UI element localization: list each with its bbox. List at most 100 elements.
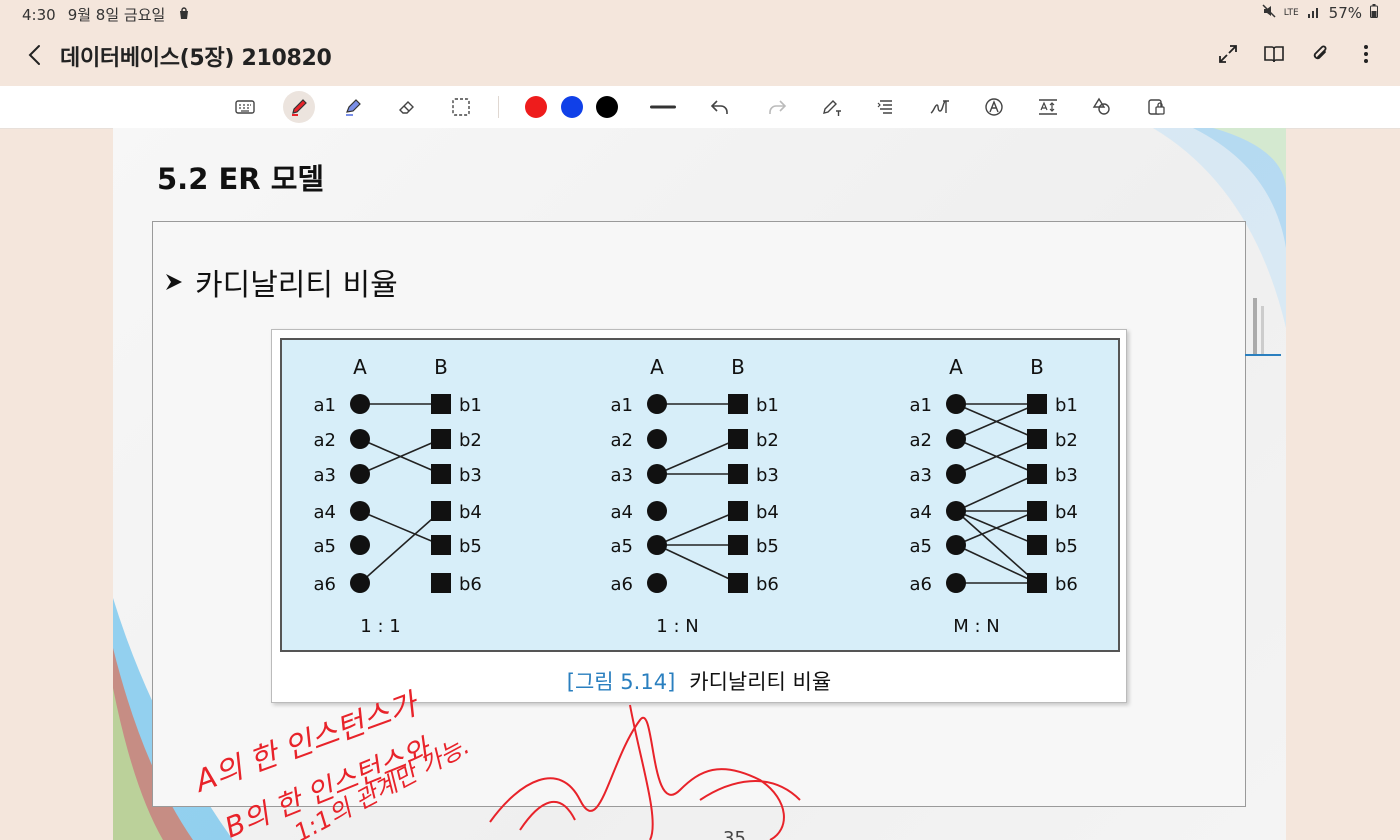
entity-a-node: [946, 429, 966, 449]
entity-b-label: b2: [459, 430, 482, 451]
entity-a-label: a6: [314, 574, 336, 595]
entity-a-label: a6: [611, 574, 633, 595]
black-dot: [596, 96, 618, 118]
arrow-bullet-icon: [166, 274, 182, 290]
entity-b-label: b3: [459, 465, 482, 486]
relationship-link: [359, 510, 442, 584]
entity-a-node: [350, 394, 370, 414]
entity-b-node: [1027, 501, 1047, 521]
redo-icon[interactable]: [761, 91, 793, 123]
entity-b-node: [431, 573, 451, 593]
entity-a-label: a5: [611, 536, 633, 557]
network-label: LTE: [1283, 8, 1299, 18]
entity-b-node: [1027, 573, 1047, 593]
entity-a-label: a3: [314, 465, 336, 486]
relationship-link: [359, 510, 442, 546]
battery-level: 57%: [1328, 4, 1362, 22]
pen-to-text-icon[interactable]: [816, 91, 848, 123]
entity-a-label: a3: [611, 465, 633, 486]
entity-b-label: b1: [1055, 395, 1078, 416]
stroke-width-icon[interactable]: [647, 91, 679, 123]
entity-a-node: [647, 464, 667, 484]
lasso-select-icon[interactable]: [445, 91, 477, 123]
entity-a-node: [647, 429, 667, 449]
entity-b-label: b6: [459, 574, 482, 595]
entity-a-label: a4: [314, 502, 336, 523]
entity-a-node: [946, 501, 966, 521]
document-title: 데이터베이스(5장) 210820: [60, 46, 332, 71]
cardinality-label: M : N: [953, 616, 1000, 637]
more-options-icon[interactable]: [1352, 40, 1380, 68]
shapes-icon[interactable]: [1086, 91, 1118, 123]
cardinality-label: 1 : 1: [360, 616, 400, 637]
entity-b-node: [728, 429, 748, 449]
color-black-swatch[interactable]: [591, 91, 623, 123]
entity-b-node: [431, 535, 451, 555]
entity-b-node: [728, 464, 748, 484]
back-button[interactable]: [20, 40, 48, 70]
lock-icon[interactable]: [1140, 91, 1172, 123]
relationship-link: [656, 544, 739, 584]
entity-b-node: [431, 464, 451, 484]
entity-b-label: b6: [1055, 574, 1078, 595]
set-label-b: B: [731, 355, 745, 379]
entity-a-node: [350, 429, 370, 449]
eraser-icon[interactable]: [391, 91, 423, 123]
figure-caption: [그림 5.14] 카디날리티 비율: [272, 666, 1126, 696]
entity-a-label: a2: [910, 430, 932, 451]
highlighter-icon[interactable]: [337, 91, 369, 123]
text-style-icon[interactable]: [978, 91, 1010, 123]
entity-b-node: [1027, 429, 1047, 449]
entity-a-node: [350, 535, 370, 555]
set-label-a: A: [949, 355, 963, 379]
entity-b-label: b1: [756, 395, 779, 416]
entity-a-label: a1: [611, 395, 633, 416]
color-red-swatch[interactable]: [520, 91, 552, 123]
set-label-a: A: [650, 355, 664, 379]
entity-a-label: a1: [314, 395, 336, 416]
relationship-link: [955, 544, 1038, 584]
undo-icon[interactable]: [704, 91, 736, 123]
drawing-toolbar: [0, 86, 1400, 129]
entity-a-label: a6: [910, 574, 932, 595]
entity-a-node: [647, 394, 667, 414]
handwriting-font-icon[interactable]: [924, 91, 956, 123]
entity-a-label: a1: [910, 395, 932, 416]
page-number: 35: [723, 828, 746, 840]
set-label-b: B: [434, 355, 448, 379]
entity-b-label: b3: [756, 465, 779, 486]
expand-icon[interactable]: [1214, 40, 1242, 68]
side-decoration: [1243, 298, 1283, 358]
attach-icon[interactable]: [1306, 40, 1334, 68]
entity-b-label: b2: [756, 430, 779, 451]
align-text-icon[interactable]: [870, 91, 902, 123]
entity-b-label: b4: [756, 502, 779, 523]
keyboard-icon[interactable]: [229, 91, 261, 123]
entity-b-label: b5: [756, 536, 779, 557]
set-label-a: A: [353, 355, 367, 379]
entity-b-label: b2: [1055, 430, 1078, 451]
entity-a-node: [350, 573, 370, 593]
cardinality-diagrams: A Ba1 a2 a3 a4 a5 a6 b1 b2 b3 b4 b5 b6 1 : 1 A Ba1 a2 a3 a…: [314, 355, 1078, 637]
pen-tool-icon[interactable]: [283, 91, 315, 123]
bullet-title: 카디날리티 비율: [163, 260, 398, 304]
text-size-icon[interactable]: [1032, 91, 1064, 123]
slide-content-box: 카디날리티 비율 A Ba1 a2 a3 a4 a5 a6 b1 b2 b3 b4 b5 b6 1 : 1…: [152, 221, 1246, 807]
entity-a-label: a5: [910, 536, 932, 557]
signal-icon: [1307, 4, 1321, 22]
color-blue-swatch[interactable]: [556, 91, 588, 123]
entity-b-node: [1027, 535, 1047, 555]
entity-b-label: b5: [459, 536, 482, 557]
status-bar: 4:30 9월 8일 금요일 LTE 57%: [0, 0, 1400, 26]
relationship-link: [656, 438, 739, 475]
entity-b-node: [728, 573, 748, 593]
note-canvas[interactable]: 5.2 ER 모델 카디날리티 비율 A Ba1 a2 a3 a4 a5 a6 b1 b2 b3 b…: [113, 128, 1286, 840]
status-time: 4:30: [22, 5, 56, 24]
figure-caption-text: 카디날리티 비율: [689, 670, 832, 694]
entity-b-node: [728, 535, 748, 555]
book-view-icon[interactable]: [1260, 40, 1288, 68]
entity-b-node: [431, 394, 451, 414]
entity-a-label: a4: [910, 502, 932, 523]
mute-icon: [1262, 4, 1276, 22]
relationship-link: [656, 510, 739, 546]
